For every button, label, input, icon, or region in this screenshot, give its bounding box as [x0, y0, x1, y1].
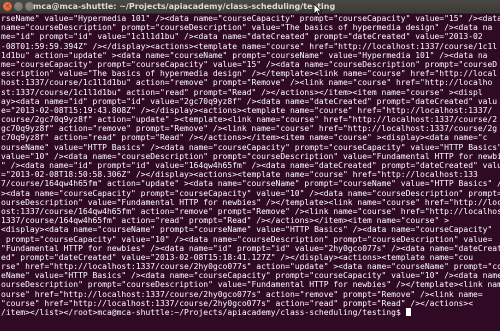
- terminal-line: ourseDescription" value="Fundamental HTT…: [1, 197, 500, 207]
- minimize-button[interactable]: [14, 2, 23, 11]
- terminal-line: " /><data name="id" prompt="id" value="1…: [1, 161, 500, 170]
- terminal-line: me="id" prompt="id" value="1c1l1d1bu" />…: [1, 32, 483, 42]
- terminal-line: <display><data name="courseName" prompt=…: [1, 225, 493, 235]
- terminal-line: course/2gc70q9yz8f" action="update" ><te…: [1, 115, 498, 125]
- terminal-line: 1d1bu" action="update" ><data name="cour…: [1, 50, 488, 60]
- terminal-line: value="10" /><data name="courseDescripti…: [1, 151, 500, 161]
- terminal-line: me="courseCapacity" prompt="courseCapaci…: [1, 59, 498, 69]
- window-controls: ×: [3, 2, 34, 11]
- text-cursor: [405, 308, 411, 316]
- close-button[interactable]: ×: [3, 2, 12, 11]
- terminal-line: ost:1337/course/164qw4h65fm" action="rem…: [1, 206, 500, 216]
- terminal-line: ay><data name="id" prompt="id" value="2g…: [1, 96, 498, 106]
- terminal-line: 1337/course/164qw4h65fm" action="read" p…: [1, 216, 449, 226]
- terminal-line: rseName" value="Hypermedia 101" /><data …: [1, 14, 500, 23]
- terminal-line: 7/course/164qw4h65fm" action="update" ><…: [1, 179, 500, 189]
- terminal-line: st:1337/course/1c1l1d1bu" action="read" …: [1, 87, 483, 97]
- terminal-output[interactable]: rseName" value="Hypermedia 101" /><data …: [0, 14, 500, 331]
- window-title: mca@mca-shuttle: ~/Projects/apiacademy/c…: [33, 2, 336, 11]
- terminal-line: prompt="courseCapacity" value="10" /><da…: [1, 234, 493, 244]
- terminal-window: × mca@mca-shuttle: ~/Projects/apiacademy…: [0, 0, 500, 331]
- terminal-line: -08T01:59:59.394Z" /></display><actions>…: [1, 41, 498, 51]
- terminal-line: name="courseDescription" prompt="courseD…: [1, 23, 493, 33]
- terminal-line: host:1337/course/1c1l1d1bu" action="remo…: [1, 78, 493, 88]
- terminal-line: "course" href="http://localhost:1337/cou…: [1, 298, 474, 308]
- terminal-line: escription" value="The basics of hyperme…: [1, 69, 498, 79]
- terminal-line: ourseName" value="HTTP Basics" /><data n…: [1, 142, 500, 152]
- terminal-line: eName" value="HTTP Basics" /><data name=…: [1, 271, 500, 281]
- terminal-line: ><data name="courseCapacity" prompt="cou…: [1, 188, 500, 198]
- title-bar[interactable]: × mca@mca-shuttle: ~/Projects/apiacademy…: [0, 0, 500, 16]
- terminal-line: ed" prompt="dateCreated" value="2013-02-…: [1, 252, 474, 262]
- terminal-line: ourseDescription" prompt="courseDescript…: [1, 280, 500, 290]
- terminal-line: gc70q9yz8f" action="remove" prompt="Remo…: [1, 124, 498, 134]
- terminal-line: /item></list></root>mca@mca-shuttle:~/Pr…: [1, 308, 500, 317]
- terminal-line: ="2013-02-08T18:50:58.306Z" /></display>…: [1, 170, 478, 180]
- terminal-line: ourse" href="http://localhost:1337/cours…: [1, 289, 483, 299]
- terminal-line: e="2013-02-08T15:19:43.808Z" /></display…: [1, 105, 493, 115]
- terminal-line: rse" href="http://localhost:1337/course/…: [1, 262, 500, 272]
- terminal-line: "Fundamental HTTP for newbies" /><data n…: [1, 243, 500, 253]
- terminal-line: c70q9yz8f" action="read" prompt="Read" /…: [1, 133, 488, 143]
